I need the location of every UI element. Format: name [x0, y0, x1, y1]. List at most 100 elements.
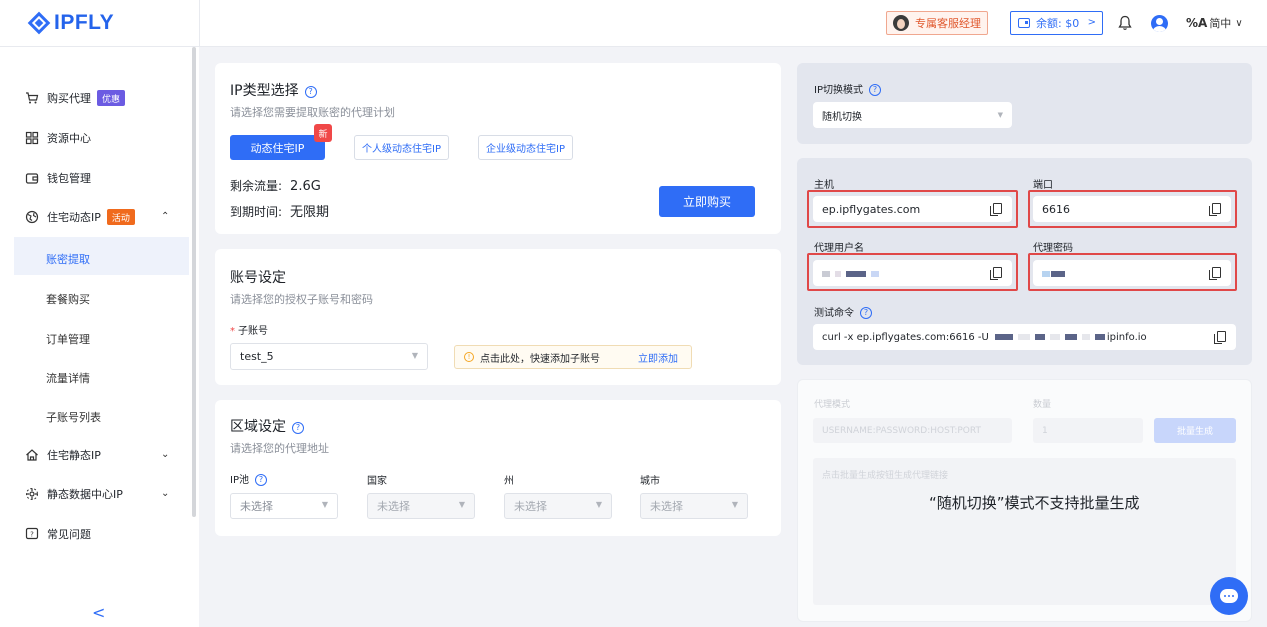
- remaining-traffic-value: 2.6G: [290, 179, 321, 194]
- sub-item-traffic[interactable]: 流量详情: [46, 370, 90, 386]
- bell-icon[interactable]: [1118, 15, 1132, 31]
- region-subtitle: 请选择您的代理地址: [230, 442, 329, 455]
- sidebar-item-label: 购买代理: [47, 92, 91, 105]
- tab-dynamic-residential[interactable]: 动态住宅IP: [230, 135, 325, 160]
- chevron-down-icon[interactable]: ⌄: [161, 449, 169, 460]
- activity-badge: 活动: [106, 209, 135, 225]
- proxy-mode-label: 代理模式: [814, 400, 851, 410]
- service-manager-label: 专属客服经理: [915, 17, 981, 30]
- sidebar-item-faq[interactable]: ? 常见问题: [25, 524, 91, 544]
- chat-support-button[interactable]: [1210, 577, 1248, 615]
- sidebar-item-resources[interactable]: 资源中心: [25, 128, 91, 148]
- translate-icon: %A: [1186, 16, 1208, 30]
- sub-item-package-buy[interactable]: 套餐购买: [46, 291, 90, 307]
- sub-account-label: * 子账号: [230, 326, 268, 337]
- sidebar-item-residential-dynamic[interactable]: 住宅动态IP 活动: [25, 207, 135, 227]
- tab-personal-dynamic-residential[interactable]: 个人级动态住宅IP: [354, 135, 449, 160]
- country-select[interactable]: 未选择 ▼: [367, 493, 475, 519]
- tab-enterprise-dynamic-residential[interactable]: 企业级动态住宅IP: [478, 135, 573, 160]
- buy-now-button[interactable]: 立即购买: [659, 186, 755, 217]
- port-highlight-box: [1028, 190, 1237, 228]
- help-icon[interactable]: ?: [292, 422, 304, 434]
- ip-type-title: IP类型选择?: [230, 80, 317, 100]
- sidebar-item-label: 静态数据中心IP: [47, 488, 123, 501]
- sub-item-subaccounts[interactable]: 子账号列表: [46, 409, 101, 425]
- expiry-time-value: 无限期: [290, 205, 330, 220]
- user-avatar-icon[interactable]: [1151, 15, 1168, 32]
- chevron-up-icon[interactable]: ⌃: [161, 211, 169, 222]
- test-command-field[interactable]: curl -x ep.ipflygates.com:6616 -U ipinfo…: [813, 324, 1236, 350]
- batch-generate-button[interactable]: 批量生成: [1154, 418, 1236, 443]
- dropdown-arrow-icon: ▼: [731, 500, 738, 509]
- region-title: 区域设定?: [230, 416, 304, 436]
- test-command-label: 测试命令?: [814, 304, 872, 319]
- dropdown-arrow-icon: ▼: [321, 500, 328, 509]
- city-select[interactable]: 未选择 ▼: [640, 493, 748, 519]
- country-label: 国家: [367, 476, 387, 487]
- sidebar-item-label: 常见问题: [47, 528, 91, 541]
- switch-mode-label: IP切换模式?: [814, 81, 881, 96]
- agent-avatar-icon: [893, 15, 909, 31]
- service-manager-button[interactable]: 专属客服经理: [886, 11, 988, 35]
- promo-badge: 优惠: [97, 90, 126, 106]
- state-label: 州: [504, 476, 514, 487]
- language-selector[interactable]: %A 简中 ∨: [1186, 15, 1243, 31]
- batch-output-area[interactable]: 点击批量生成按钮生成代理链接: [813, 458, 1236, 605]
- masked-credentials: [994, 332, 1107, 343]
- collapse-sidebar-icon[interactable]: <: [92, 603, 105, 622]
- add-now-link[interactable]: 立即添加: [638, 350, 678, 365]
- chevron-down-icon: ∨: [1235, 17, 1243, 29]
- wallet-icon: [25, 173, 39, 184]
- sidebar-item-label: 住宅静态IP: [47, 449, 101, 462]
- ip-pool-select[interactable]: 未选择 ▼: [230, 493, 338, 519]
- sidebar-item-label: 钱包管理: [47, 172, 91, 185]
- dropdown-arrow-icon: ▼: [595, 500, 602, 509]
- sidebar-item-wallet[interactable]: 钱包管理: [25, 168, 91, 188]
- info-icon: !: [464, 352, 474, 362]
- sidebar-scrollbar[interactable]: [192, 47, 196, 517]
- sidebar-item-buy-proxy[interactable]: 购买代理 优惠: [25, 88, 126, 108]
- sidebar-item-label: 资源中心: [47, 132, 91, 145]
- balance-label: 余额: $0: [1036, 17, 1080, 30]
- sidebar: 购买代理 优惠 资源中心 钱包管理 住宅动态IP 活动 ⌃ 账密提取 套餐购买 …: [0, 47, 199, 627]
- sidebar-item-label: 住宅动态IP: [47, 211, 101, 224]
- copy-icon[interactable]: [1214, 331, 1226, 344]
- host-highlight-box: [807, 190, 1018, 228]
- top-header: IPFLY 专属客服经理 余额: $0 > %A 简中 ∨: [0, 0, 1267, 47]
- chevron-right-icon: >: [1087, 17, 1096, 28]
- batch-unsupported-message: “随机切换”模式不支持批量生成: [929, 494, 1140, 512]
- count-input[interactable]: 1: [1033, 418, 1143, 443]
- help-icon[interactable]: ?: [254, 474, 267, 486]
- account-title: 账号设定: [230, 270, 286, 286]
- home-icon: [26, 449, 38, 461]
- balance-button[interactable]: 余额: $0 >: [1010, 11, 1103, 35]
- sub-item-credential-extract[interactable]: 账密提取: [46, 251, 90, 267]
- chevron-down-icon[interactable]: ⌄: [161, 488, 169, 499]
- username-label: 代理用户名: [814, 243, 864, 254]
- sub-item-orders[interactable]: 订单管理: [46, 331, 90, 347]
- page-scrollbar[interactable]: [1260, 48, 1267, 627]
- language-label: 简中: [1209, 17, 1232, 30]
- count-label: 数量: [1033, 400, 1052, 410]
- port-label: 端口: [1033, 180, 1053, 191]
- sidebar-item-residential-static[interactable]: 住宅静态IP: [25, 445, 101, 465]
- state-select[interactable]: 未选择 ▼: [504, 493, 612, 519]
- username-highlight-box: [807, 253, 1018, 291]
- wallet-icon: [1018, 18, 1030, 28]
- expiry-time: 到期时间: 无限期: [230, 205, 330, 220]
- logo-text: IPFLY: [54, 11, 115, 34]
- remaining-traffic: 剩余流量: 2.6G: [230, 179, 321, 194]
- sub-account-select[interactable]: test_5 ▼: [230, 343, 428, 370]
- sidebar-item-static-datacenter[interactable]: 静态数据中心IP: [25, 484, 123, 504]
- proxy-mode-select[interactable]: USERNAME:PASSWORD:HOST:PORT: [813, 418, 1012, 443]
- help-icon[interactable]: ?: [304, 86, 317, 98]
- question-icon: ?: [25, 527, 39, 540]
- ip-pool-label: IP池?: [230, 471, 267, 486]
- help-icon[interactable]: ?: [868, 84, 881, 96]
- help-icon[interactable]: ?: [860, 307, 872, 319]
- svg-text:?: ?: [30, 531, 34, 539]
- account-subtitle: 请选择您的授权子账号和密码: [230, 293, 373, 306]
- logo-icon: [27, 11, 51, 35]
- logo[interactable]: IPFLY: [27, 11, 115, 35]
- switch-mode-select[interactable]: 随机切换 ▼: [813, 102, 1012, 128]
